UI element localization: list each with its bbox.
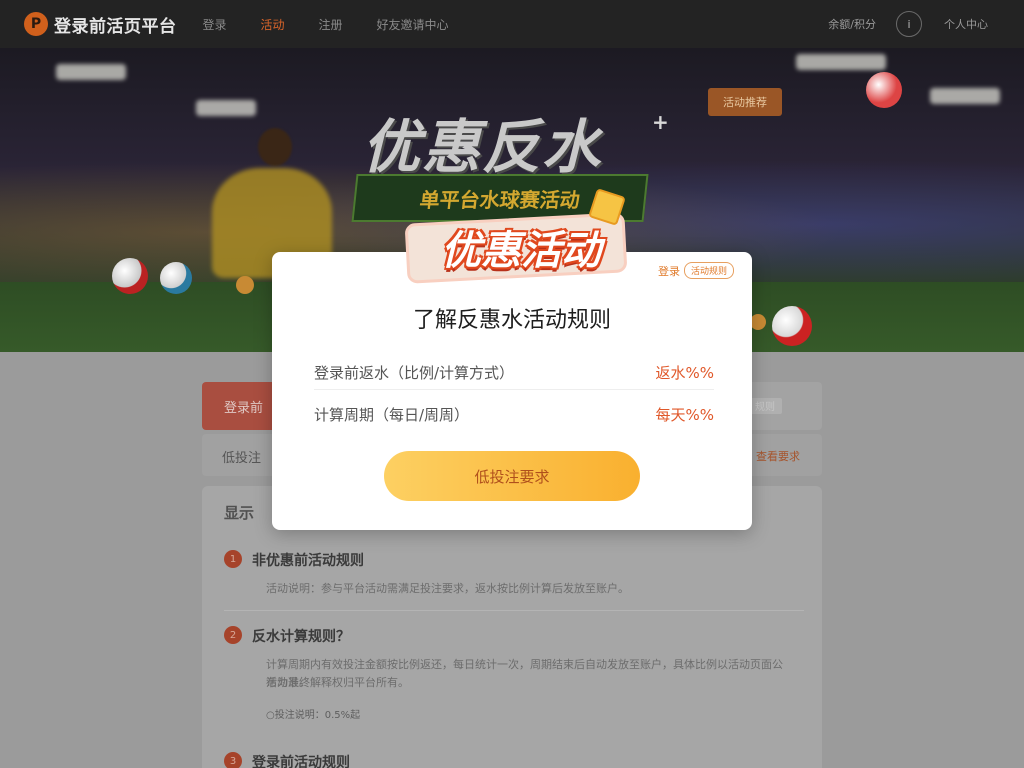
ball-icon [160,262,192,294]
modal-row-value: 返水%% [655,363,714,382]
hero-lamp [56,64,126,80]
rule-number-icon: 2 [224,626,242,644]
rule-number-icon: 1 [224,550,242,568]
modal-badge: 优惠活动 [404,188,628,284]
badge-title: 优惠活动 [441,228,601,274]
ball-icon [866,72,902,108]
nav-right: 余额/积分 i 个人中心 [828,0,1024,48]
nav-balance[interactable]: 余额/积分 [828,16,876,32]
info-row-link[interactable]: 查看要求 [756,448,800,464]
ball-icon [772,306,812,346]
top-nav: P 登录前活页平台 登录 活动 注册 好友邀请中心 余额/积分 i 个人中心 [0,0,1024,48]
nav-user-center[interactable]: 个人中心 [944,16,988,32]
rule-number-icon: 3 [224,752,242,768]
ball-icon [750,314,766,330]
min-bet-button[interactable]: 低投注要求 [384,451,640,501]
modal-link-pill[interactable]: 活动规则 [683,262,734,279]
nav-link-login[interactable]: 登录 [203,16,227,33]
modal-link-text[interactable]: 登录 [658,263,680,279]
ball-icon [236,276,254,294]
modal-divider [314,389,714,390]
user-avatar-icon[interactable]: i [896,11,922,37]
nav-link-invite[interactable]: 好友邀请中心 [377,16,449,33]
promo-modal: 登录 活动规则 了解反惠水活动规则 登录前返水（比例/计算方式） 返水%% 计算… [272,252,752,530]
modal-row-rebate: 登录前返水（比例/计算方式） 返水%% [314,352,714,392]
hero-lamp [196,100,256,116]
modal-row-value: 每天%% [655,405,714,424]
ball-icon [112,258,148,294]
hero-lamp [930,88,1000,104]
nav-link-activity[interactable]: 活动 [261,16,285,33]
rule-note: ○投注说明：0.5%起 [266,710,361,721]
rule-desc-2: 活动最终解释权归平台所有。 [266,676,409,689]
hero-title-mark: + [652,110,669,134]
nav-links: 登录 活动 注册 好友邀请中心 [203,16,483,33]
rule-title[interactable]: 非优惠前活动规则 [252,550,364,570]
hero-player-head [258,128,292,166]
modal-top-link[interactable]: 登录 活动规则 [658,262,734,279]
rule-desc: 活动说明：参与平台活动需满足投注要求，返水按比例计算后发放至账户。 [266,582,629,595]
modal-row-period: 计算周期（每日/周周） 每天%% [314,394,714,434]
hero-title: 优惠反水 [362,113,603,181]
info-row-label: 低投注 [222,451,262,466]
brand[interactable]: P 登录前活页平台 [24,12,177,37]
modal-row-label: 计算周期（每日/周周） [314,405,470,424]
rule-title[interactable]: 登录前活动规则 [252,752,350,768]
modal-row-label: 登录前返水（比例/计算方式） [314,363,515,382]
nav-link-register[interactable]: 注册 [319,16,343,33]
rule-title[interactable]: 反水计算规则？ [252,626,350,646]
rules-card-title: 显示 [224,504,255,522]
modal-title: 了解反惠水活动规则 [412,308,611,333]
hero-tag[interactable]: 活动推荐 [708,88,782,116]
tab-rules[interactable]: 规则 [748,398,782,414]
rule-divider [224,610,804,611]
brand-name: 登录前活页平台 [54,16,177,37]
brand-logo-icon: P [24,12,48,36]
hero-lamp [796,54,886,70]
